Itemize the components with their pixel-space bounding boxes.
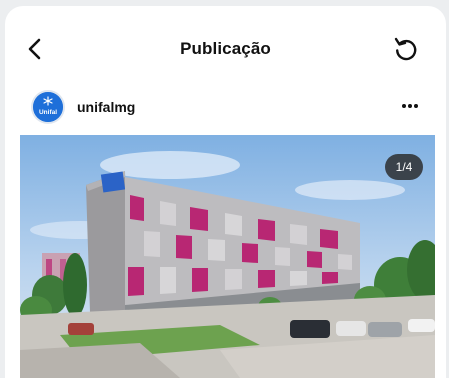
avatar-text: Unifal — [39, 109, 57, 116]
more-horizontal-icon — [402, 104, 418, 108]
image-counter-badge: 1/4 — [385, 154, 423, 180]
avatar[interactable]: Unifal — [31, 90, 65, 124]
username[interactable]: unifalmg — [77, 99, 135, 115]
post-card: Publicação Unifal unifalmg 1/4 — [5, 6, 446, 378]
refresh-icon — [394, 37, 417, 61]
more-options-button[interactable] — [398, 96, 422, 116]
page-title: Publicação — [180, 39, 271, 58]
post-header: Unifal unifalmg — [5, 84, 446, 130]
unifal-logo-icon: Unifal — [33, 92, 63, 122]
refresh-button[interactable] — [392, 35, 420, 63]
top-bar: Publicação — [5, 6, 446, 76]
post-image[interactable]: 1/4 — [20, 135, 435, 378]
building-rendering-image — [20, 135, 435, 378]
